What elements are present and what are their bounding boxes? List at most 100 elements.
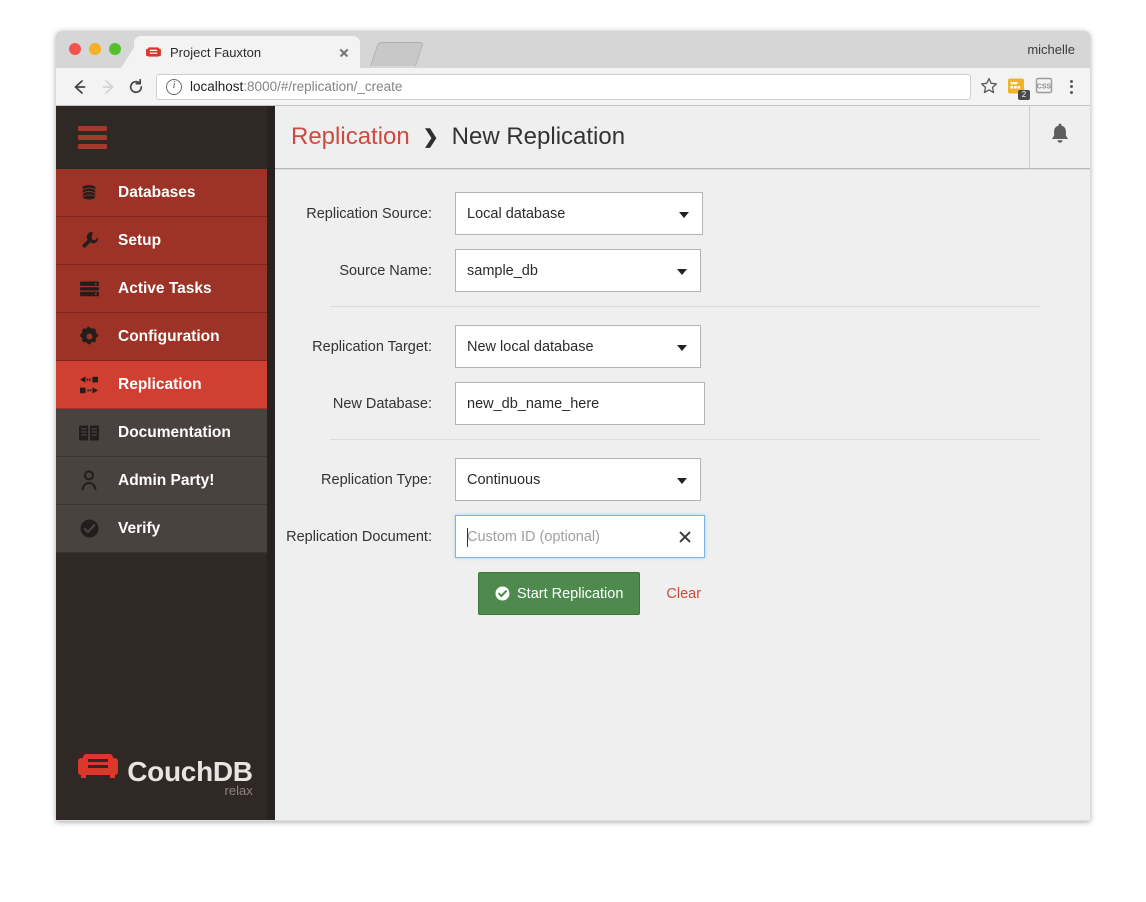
close-window-button[interactable] bbox=[69, 43, 81, 55]
replication-type-select[interactable]: Continuous bbox=[455, 458, 701, 501]
sidebar-item-label: Active Tasks bbox=[118, 279, 212, 297]
back-button[interactable] bbox=[66, 73, 94, 101]
select-value: sample_db bbox=[467, 262, 538, 279]
browser-menu-button[interactable] bbox=[1062, 76, 1080, 98]
replication-form: Replication Source: Local database Sourc… bbox=[275, 170, 1090, 615]
window-controls bbox=[69, 43, 121, 55]
field-label: New Database: bbox=[332, 395, 432, 412]
new-database-input[interactable]: new_db_name_here bbox=[455, 382, 705, 425]
replication-document-input[interactable]: Custom ID (optional) bbox=[455, 515, 705, 558]
sidebar-item-label: Replication bbox=[118, 375, 202, 393]
book-icon bbox=[76, 422, 102, 444]
close-icon[interactable] bbox=[336, 44, 352, 60]
replication-source-select[interactable]: Local database bbox=[455, 192, 703, 235]
section-divider bbox=[330, 439, 1040, 440]
profile-name[interactable]: michelle bbox=[1027, 42, 1075, 57]
tab-title: Project Fauxton bbox=[170, 44, 262, 60]
sidebar-nav: Databases Setup Active Tasks Configurati… bbox=[56, 169, 275, 553]
sidebar-item-active-tasks[interactable]: Active Tasks bbox=[56, 265, 275, 313]
forward-button[interactable] bbox=[94, 73, 122, 101]
notifications-button[interactable] bbox=[1029, 105, 1090, 169]
maximize-window-button[interactable] bbox=[109, 43, 121, 55]
field-row-replication-document: Replication Document: Custom ID (optiona… bbox=[275, 515, 1090, 558]
bookmark-star-icon[interactable] bbox=[979, 76, 1001, 98]
sidebar-item-label: Documentation bbox=[118, 423, 231, 441]
screenshot-root: Project Fauxton michelle i localhost:80… bbox=[0, 0, 1146, 902]
clear-form-link[interactable]: Clear bbox=[666, 586, 701, 602]
field-label: Replication Source: bbox=[306, 205, 432, 222]
sidebar-header bbox=[56, 106, 275, 169]
gear-icon bbox=[76, 326, 102, 348]
main-panel: Replication ❯ New Replication Replicatio… bbox=[275, 105, 1090, 820]
extension-icon[interactable]: 2 bbox=[1006, 76, 1030, 100]
sidebar-item-configuration[interactable]: Configuration bbox=[56, 313, 275, 361]
source-name-select[interactable]: sample_db bbox=[455, 249, 701, 292]
sidebar-item-label: Databases bbox=[118, 183, 196, 201]
section-divider bbox=[330, 306, 1040, 307]
extension-badge: 2 bbox=[1018, 89, 1030, 100]
replication-target-select[interactable]: New local database bbox=[455, 325, 701, 368]
database-icon bbox=[76, 182, 102, 204]
sidebar-item-databases[interactable]: Databases bbox=[56, 169, 275, 217]
page-title: New Replication bbox=[451, 123, 626, 150]
field-row-new-database: New Database: new_db_name_here bbox=[275, 382, 1090, 425]
hamburger-icon[interactable] bbox=[78, 126, 107, 149]
field-row-replication-target: Replication Target: New local database bbox=[275, 325, 1090, 368]
url-path: :8000/#/replication/_create bbox=[243, 79, 403, 94]
input-value: new_db_name_here bbox=[467, 395, 600, 412]
minimize-window-button[interactable] bbox=[89, 43, 101, 55]
breadcrumb-link-replication[interactable]: Replication bbox=[291, 123, 410, 151]
form-actions: Start Replication Clear bbox=[455, 572, 1090, 615]
sidebar-item-admin-party[interactable]: Admin Party! bbox=[56, 457, 275, 505]
sidebar-item-label: Setup bbox=[118, 231, 162, 249]
input-placeholder: Custom ID (optional) bbox=[467, 528, 600, 545]
submit-label: Start Replication bbox=[517, 585, 624, 602]
browser-toolbar: localhost :8000/#/replication/_create 2 bbox=[56, 68, 1090, 106]
wrench-icon bbox=[76, 230, 102, 252]
logo-tagline: relax bbox=[224, 782, 253, 798]
sidebar-rail bbox=[267, 106, 275, 820]
start-replication-button[interactable]: Start Replication bbox=[478, 572, 641, 615]
field-label: Replication Document: bbox=[286, 528, 432, 545]
select-value: Local database bbox=[467, 205, 566, 222]
field-row-source-name: Source Name: sample_db bbox=[275, 249, 1090, 292]
logo-name: CouchDB bbox=[127, 755, 253, 787]
page-header: Replication ❯ New Replication bbox=[275, 105, 1090, 169]
sidebar-item-verify[interactable]: Verify bbox=[56, 505, 275, 553]
new-tab-button[interactable] bbox=[370, 42, 424, 66]
text-cursor bbox=[467, 528, 468, 547]
svg-text:CSS: CSS bbox=[1037, 83, 1052, 90]
sidebar-item-label: Verify bbox=[118, 519, 161, 537]
sidebar-item-setup[interactable]: Setup bbox=[56, 217, 275, 265]
couchdb-logo: CouchDB relax bbox=[56, 724, 275, 820]
reload-button[interactable] bbox=[122, 73, 150, 101]
field-row-replication-type: Replication Type: Continuous bbox=[275, 458, 1090, 501]
field-label: Source Name: bbox=[339, 262, 432, 279]
chevron-down-icon bbox=[677, 477, 687, 484]
select-value: Continuous bbox=[467, 471, 541, 488]
user-icon bbox=[76, 470, 102, 492]
chevron-down-icon bbox=[677, 344, 687, 351]
bell-icon bbox=[1049, 123, 1071, 152]
url-host: localhost bbox=[190, 79, 244, 94]
chevron-down-icon bbox=[677, 268, 687, 275]
content-area: Replication Source: Local database Sourc… bbox=[275, 169, 1090, 820]
select-value: New local database bbox=[467, 338, 594, 355]
address-bar[interactable]: localhost :8000/#/replication/_create bbox=[156, 73, 971, 100]
chevron-right-icon: ❯ bbox=[422, 126, 439, 148]
breadcrumb: Replication ❯ New Replication bbox=[275, 123, 1029, 151]
browser-window: Project Fauxton michelle i localhost:80… bbox=[56, 31, 1090, 821]
clear-input-icon[interactable] bbox=[677, 529, 693, 545]
couch-icon bbox=[146, 46, 161, 59]
css-extension-icon[interactable]: CSS bbox=[1034, 76, 1056, 98]
sidebar: Databases Setup Active Tasks Configurati… bbox=[56, 106, 275, 820]
browser-tab[interactable]: Project Fauxton bbox=[134, 36, 360, 68]
fauxton-app: Databases Setup Active Tasks Configurati… bbox=[56, 105, 1090, 820]
sidebar-item-replication[interactable]: Replication bbox=[56, 361, 275, 409]
replication-icon bbox=[76, 374, 102, 396]
field-row-replication-source: Replication Source: Local database bbox=[275, 192, 1090, 235]
info-icon[interactable] bbox=[166, 78, 182, 95]
sidebar-item-documentation[interactable]: Documentation bbox=[56, 409, 275, 457]
field-label: Replication Target: bbox=[312, 338, 432, 355]
